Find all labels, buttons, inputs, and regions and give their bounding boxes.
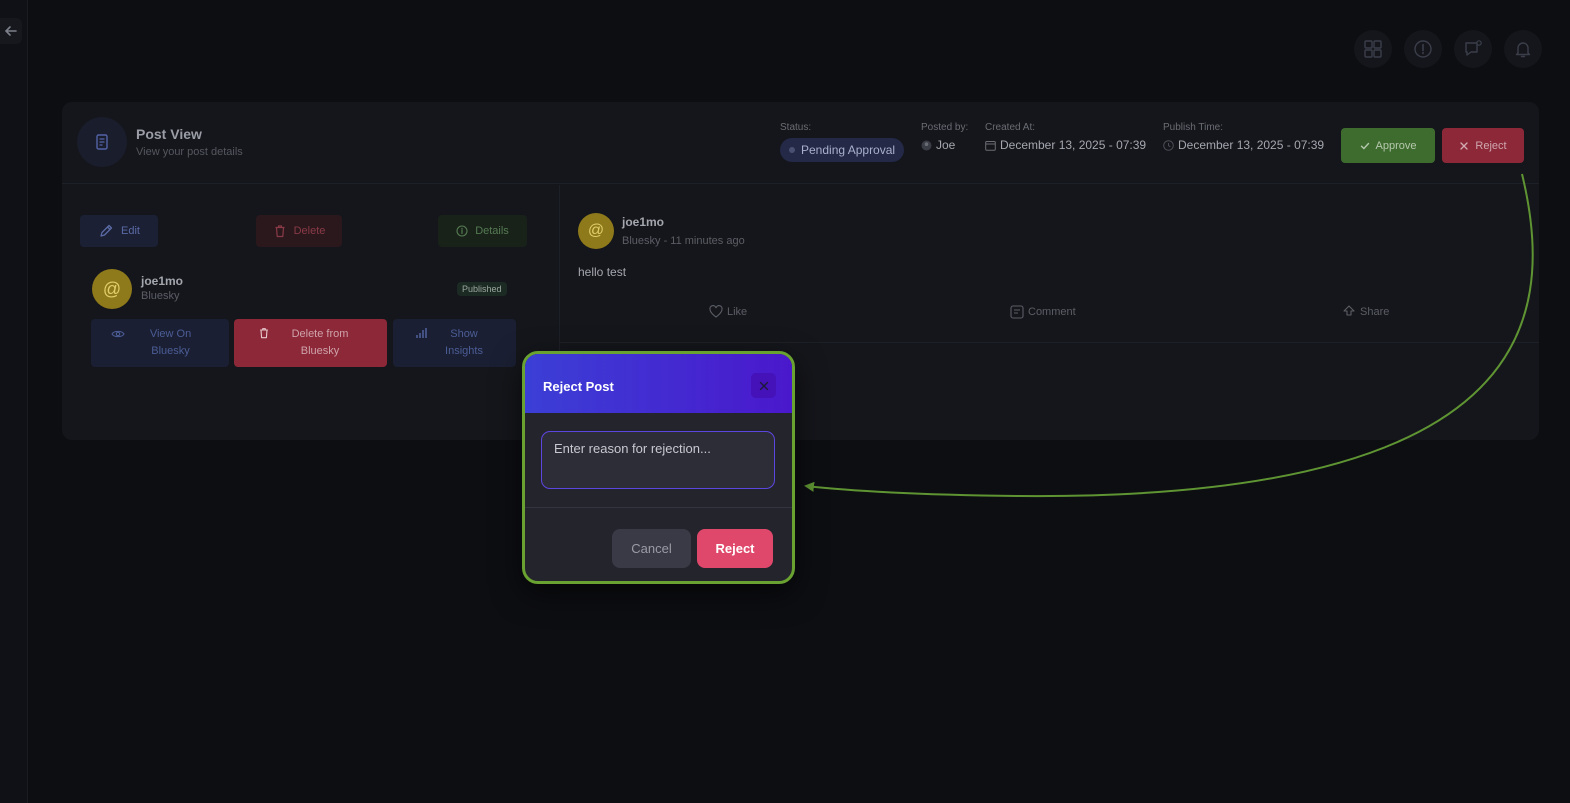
edit-label: Edit xyxy=(121,225,140,237)
user-icon xyxy=(921,140,932,150)
clock-icon xyxy=(1163,139,1174,151)
delete-from-bluesky-button[interactable]: Delete from Bluesky xyxy=(234,319,387,367)
show-insights-label: Show Insights xyxy=(445,328,483,357)
account-name: joe1mo xyxy=(141,274,184,288)
avatar: @ xyxy=(92,269,132,309)
view-on-bluesky-button[interactable]: View On Bluesky xyxy=(91,319,229,367)
close-icon xyxy=(759,381,768,390)
chat-icon xyxy=(1465,40,1482,56)
modal-divider xyxy=(525,507,792,508)
confirm-reject-button[interactable]: Reject xyxy=(697,529,773,568)
share-icon xyxy=(1343,305,1355,316)
share-button[interactable]: Share xyxy=(1342,305,1389,319)
info-icon xyxy=(456,225,468,237)
account-platform: Bluesky xyxy=(141,290,180,302)
page-title: Post View xyxy=(136,126,202,142)
view-on-bluesky-label: View On Bluesky xyxy=(149,328,192,357)
left-rail xyxy=(0,0,28,803)
delete-label: Delete xyxy=(293,225,326,237)
posted-by-value: Joe xyxy=(936,138,956,152)
edit-button[interactable]: Edit xyxy=(80,215,158,247)
close-icon xyxy=(1460,141,1469,150)
details-label: Details xyxy=(475,225,509,237)
delete-from-bluesky-label: Delete from Bluesky xyxy=(291,328,349,357)
back-button[interactable] xyxy=(0,18,22,44)
post-text: hello test xyxy=(578,265,627,279)
bell-icon xyxy=(1515,42,1531,58)
comment-icon xyxy=(1010,305,1024,319)
created-block: Created At: December 13, 2025 - 07:39 xyxy=(985,122,1146,152)
show-insights-button[interactable]: Show Insights xyxy=(393,319,516,367)
heart-icon xyxy=(709,305,723,318)
modal-header: Reject Post xyxy=(525,354,792,413)
avatar: @ xyxy=(578,213,614,249)
status-label: Status: xyxy=(780,122,812,133)
delete-button[interactable]: Delete xyxy=(256,215,342,247)
post-view-card: Post View View your post details Status:… xyxy=(62,102,1539,440)
details-button[interactable]: Details xyxy=(438,215,527,247)
alert-circle-icon xyxy=(1414,40,1432,58)
post-meta: Bluesky - 11 minutes ago xyxy=(622,235,745,247)
status-badge: Published xyxy=(457,282,507,296)
eye-icon xyxy=(110,330,125,338)
posted-by-block: Posted by: Joe xyxy=(921,122,968,152)
approve-button[interactable]: Approve xyxy=(1341,128,1435,163)
document-icon xyxy=(77,117,127,167)
post-username: joe1mo xyxy=(622,215,665,229)
like-label: Like xyxy=(727,305,748,318)
publish-block: Publish Time: December 13, 2025 - 07:39 xyxy=(1163,122,1324,152)
trash-icon xyxy=(275,225,285,238)
reject-post-modal: Reject Post Cancel Reject xyxy=(522,351,795,584)
approve-label: Approve xyxy=(1375,139,1417,152)
modal-close-button[interactable] xyxy=(751,373,776,398)
card-header: Post View View your post details Status:… xyxy=(62,102,1539,184)
status-dot-icon xyxy=(789,147,795,153)
grid-icon xyxy=(1364,40,1382,58)
status-value: Pending Approval xyxy=(801,143,896,157)
notifications-button[interactable] xyxy=(1504,30,1542,68)
like-button[interactable]: Like xyxy=(709,305,747,318)
status-block: Status: Pending Approval xyxy=(780,122,905,162)
share-label: Share xyxy=(1360,306,1390,318)
page-subtitle: View your post details xyxy=(136,146,243,158)
rejection-reason-input[interactable] xyxy=(541,431,775,489)
cancel-button[interactable]: Cancel xyxy=(612,529,691,568)
publish-value: December 13, 2025 - 07:39 xyxy=(1178,138,1325,152)
account-panel: Edit Delete Details @ joe1mo Bluesky Pub… xyxy=(62,185,542,440)
status-badge: Pending Approval xyxy=(780,138,905,162)
arrow-left-icon xyxy=(4,26,17,36)
topbar-icons xyxy=(1354,30,1542,68)
trash-icon xyxy=(260,328,268,339)
pencil-icon xyxy=(100,224,113,237)
modal-title: Reject Post xyxy=(543,379,614,394)
created-label: Created At: xyxy=(985,122,1036,133)
calendar-icon xyxy=(985,140,996,151)
comment-button[interactable]: Comment xyxy=(1010,305,1076,319)
messages-button[interactable] xyxy=(1454,30,1492,68)
reject-button[interactable]: Reject xyxy=(1442,128,1524,163)
check-icon xyxy=(1360,142,1369,149)
created-value: December 13, 2025 - 07:39 xyxy=(1000,138,1147,152)
posted-by-label: Posted by: xyxy=(921,122,969,133)
bar-chart-icon xyxy=(416,328,427,338)
post-actions-bar: Like Comment Share xyxy=(560,297,1539,343)
reject-label: Reject xyxy=(1475,139,1507,152)
publish-label: Publish Time: xyxy=(1163,122,1224,133)
apps-grid-button[interactable] xyxy=(1354,30,1392,68)
alerts-button[interactable] xyxy=(1404,30,1442,68)
comment-label: Comment xyxy=(1028,306,1076,318)
